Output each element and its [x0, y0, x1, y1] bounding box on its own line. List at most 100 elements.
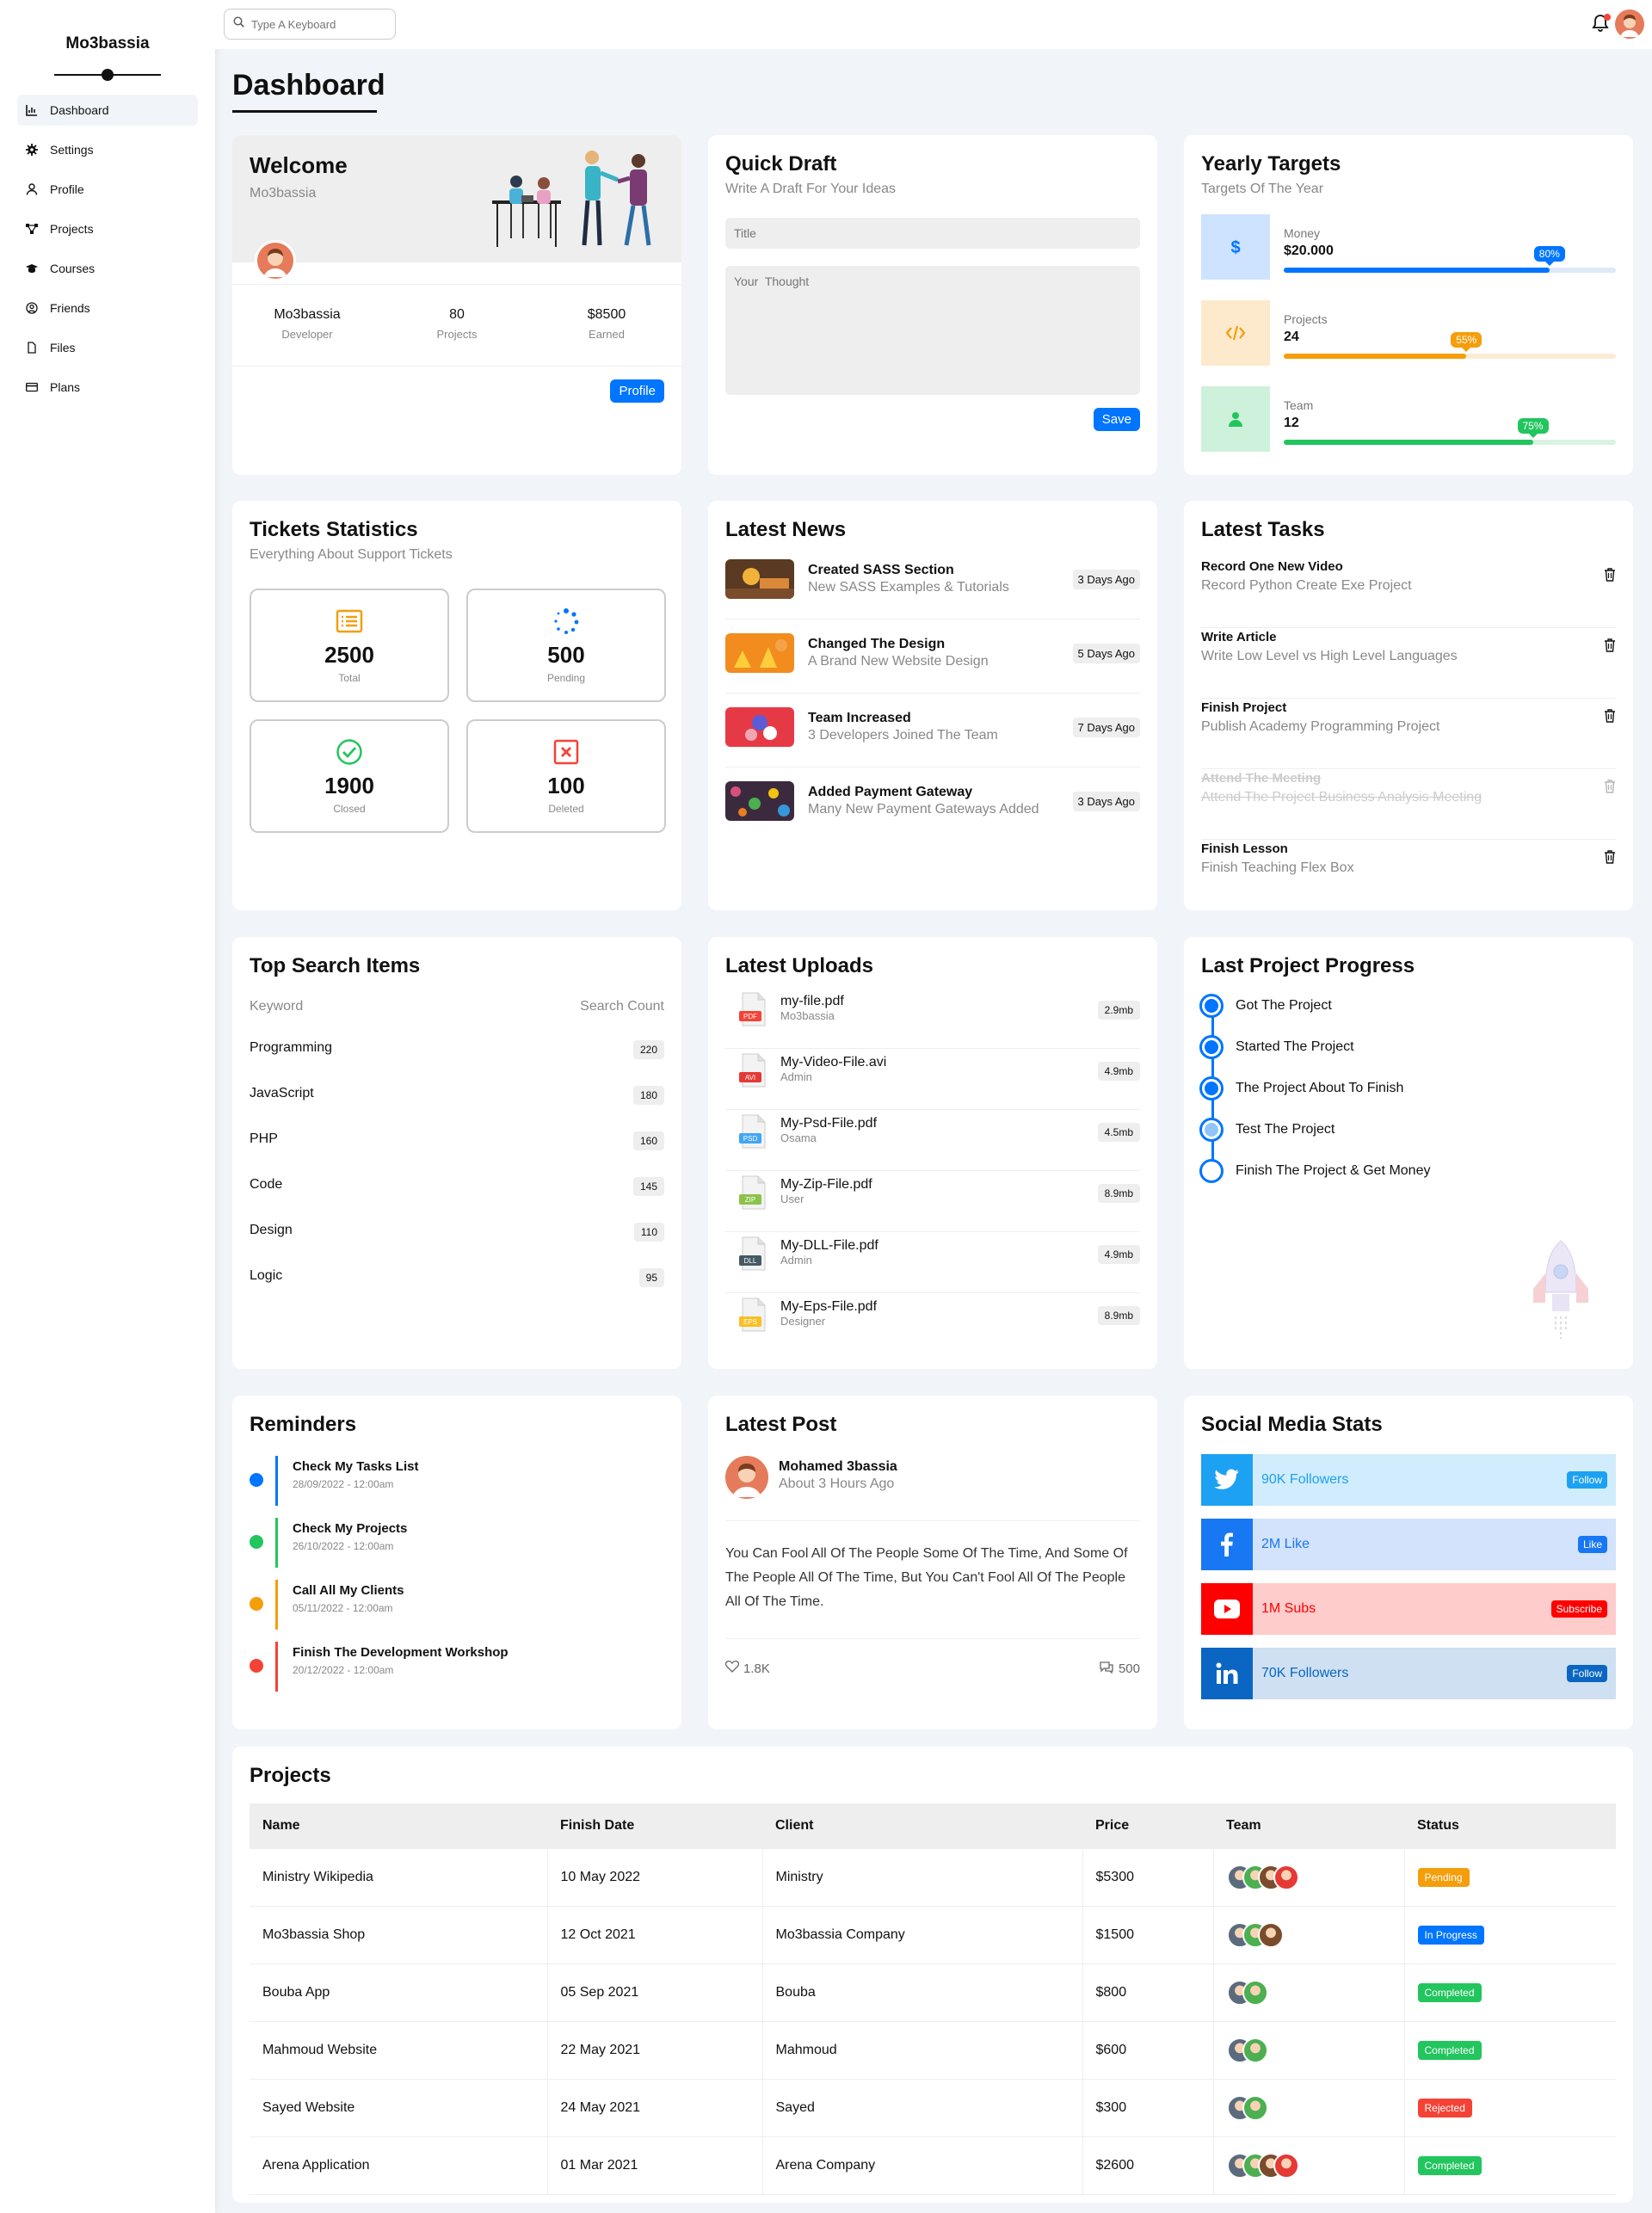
sidebar-nav: Dashboard Settings Profile Projects Cour…: [0, 95, 215, 403]
avatar[interactable]: [1615, 9, 1644, 39]
ticket-label: Pending: [546, 672, 586, 684]
trash-icon[interactable]: [1604, 850, 1616, 864]
table-cell-name: Arena Application: [250, 2136, 548, 2195]
target-percent-badge: 55%: [1451, 332, 1482, 352]
news-date-badge: 5 Days Ago: [1072, 644, 1140, 663]
avatar: [1242, 1979, 1268, 2006]
social-follow-button[interactable]: Follow: [1567, 1665, 1607, 1682]
notifications-button[interactable]: [1592, 14, 1611, 34]
task-description: Finish Teaching Flex Box: [1201, 860, 1354, 875]
profile-button[interactable]: Profile: [610, 379, 664, 403]
top-search-items-card: Top Search Items Keyword Search Count Pr…: [232, 937, 681, 1369]
news-description: 3 Developers Joined The Team: [808, 728, 998, 743]
sidebar-item-plans[interactable]: Plans: [17, 372, 198, 403]
welcome-card: Welcome Mo3bassia Mo3bassia Developer 80 P…: [232, 135, 681, 475]
news-item[interactable]: Changed The Design A Brand New Website De…: [725, 633, 1140, 693]
task-description: Write Low Level vs High Level Languages: [1201, 649, 1458, 663]
sidebar-item-profile[interactable]: Profile: [17, 174, 198, 205]
upload-user: Admin: [780, 1254, 812, 1267]
progress-step-label: Test The Project: [1236, 1122, 1335, 1137]
card-subtitle: Write A Draft For Your Ideas: [725, 182, 897, 196]
search-count-badge: 180: [632, 1086, 664, 1105]
upload-user: Admin: [780, 1070, 812, 1083]
draft-title-input[interactable]: [725, 218, 1140, 249]
table-cell-date: 22 May 2021: [546, 2020, 763, 2080]
progress-step: Finish The Project & Get Money: [1199, 1158, 1430, 1184]
upload-item[interactable]: ZIP My-Zip-File.pdf User 8.9mb: [725, 1172, 1140, 1232]
social-stat-text: 1M Subs: [1261, 1601, 1316, 1616]
reminder-dot: [250, 1473, 263, 1487]
news-item[interactable]: Added Payment Gateway Many New Payment Ga…: [725, 781, 1140, 841]
card-title: Latest Uploads: [725, 954, 874, 977]
search-box[interactable]: [224, 9, 396, 40]
sidebar-item-projects[interactable]: Projects: [17, 213, 198, 244]
user-icon: [26, 183, 38, 195]
reminder-title: Call All My Clients: [293, 1583, 404, 1598]
trash-icon[interactable]: [1604, 709, 1616, 723]
latest-news-card: Latest News Created SASS Section New SASS…: [708, 501, 1157, 910]
trash-icon[interactable]: [1604, 638, 1616, 652]
news-title: Changed The Design: [808, 637, 946, 651]
post-likes[interactable]: 1.8K: [724, 1661, 770, 1676]
sidebar-item-label: Plans: [50, 380, 81, 394]
progress-dot: [1199, 1159, 1224, 1183]
table-cell-client: Mo3bassia Company: [761, 1905, 1083, 1964]
ticket-closed: 1900 Closed: [250, 719, 449, 833]
sidebar-item-courses[interactable]: Courses: [17, 253, 198, 284]
news-description: Many New Payment Gateways Added: [808, 802, 1039, 817]
search-count-badge: 160: [632, 1131, 664, 1150]
post-author: Mohamed 3bassia: [779, 1459, 897, 1474]
card-title: Tickets Statistics: [250, 518, 418, 541]
team-avatars: [1226, 1921, 1391, 1948]
table-cell-name: Mo3bassia Shop: [250, 1905, 548, 1964]
table-row: Sayed Website 24 May 2021 Sayed $300 Rejecte…: [250, 2078, 1616, 2137]
social-subscribe-button[interactable]: Subscribe: [1550, 1600, 1607, 1618]
svg-text:$: $: [1230, 238, 1240, 256]
sidebar-item-settings[interactable]: Settings: [17, 134, 198, 165]
news-title: Created SASS Section: [808, 563, 954, 577]
upload-item[interactable]: PDF my-file.pdf Mo3bassia 2.9mb: [725, 989, 1140, 1049]
target-percent-badge: 75%: [1517, 418, 1549, 438]
upload-item[interactable]: DLL My-DLL-File.pdf Admin 4.9mb: [725, 1233, 1140, 1293]
card-subtitle: Everything About Support Tickets: [250, 547, 453, 562]
upload-item[interactable]: EPS My-Eps-File.pdf Designer 8.9mb: [725, 1294, 1140, 1354]
trash-icon[interactable]: [1604, 568, 1616, 582]
ticket-value: 500: [547, 642, 585, 668]
welcome-header: Welcome Mo3bassia: [232, 135, 681, 262]
reminder-date: 20/12/2022 - 12:00am: [293, 1664, 394, 1676]
table-cell-status: Completed: [1403, 2136, 1616, 2195]
social-like-button[interactable]: Like: [1577, 1536, 1607, 1553]
social-follow-button[interactable]: Follow: [1567, 1471, 1607, 1489]
upload-item[interactable]: AVI My-Video-File.avi Admin 4.9mb: [725, 1050, 1140, 1110]
save-button[interactable]: Save: [1093, 408, 1140, 431]
table-cell-status: Completed: [1403, 2020, 1616, 2080]
news-thumbnail: [725, 781, 794, 821]
news-item[interactable]: Team Increased 3 Developers Joined The Te…: [725, 707, 1140, 767]
card-title: Yearly Targets: [1201, 152, 1341, 176]
spinner-icon: [468, 607, 664, 635]
sidebar-item-label: Projects: [50, 222, 94, 236]
table-row: Mahmoud Website 22 May 2021 Mahmoud $600 Com…: [250, 2020, 1616, 2080]
search-input[interactable]: [251, 17, 389, 31]
draft-thought-textarea[interactable]: [725, 266, 1140, 395]
upload-file-name: My-Video-File.avi: [780, 1055, 887, 1070]
post-comments[interactable]: 500: [1099, 1661, 1140, 1677]
team-illustration: [492, 151, 651, 247]
target-percent-badge: 80%: [1533, 246, 1565, 266]
sidebar-item-files[interactable]: Files: [17, 332, 198, 363]
target-money: $ Money $20.000 80%: [1201, 214, 1616, 280]
upload-size-badge: 2.9mb: [1097, 1001, 1140, 1020]
target-progress-bar: 55%: [1284, 332, 1616, 359]
trash-icon[interactable]: [1604, 780, 1616, 793]
card-subtitle: Targets Of The Year: [1201, 182, 1324, 196]
sidebar-item-dashboard[interactable]: Dashboard: [17, 95, 198, 126]
upload-item[interactable]: PSD My-Psd-File.pdf Osama 4.5mb: [725, 1111, 1140, 1171]
avatar: [1273, 2152, 1299, 2179]
target-progress-fill: [1284, 268, 1550, 273]
table-cell-date: 24 May 2021: [546, 2078, 763, 2137]
news-item[interactable]: Created SASS Section New SASS Examples & …: [725, 559, 1140, 620]
table-row: Arena Application 01 Mar 2021 Arena Compan…: [250, 2136, 1616, 2195]
search-icon: [233, 16, 244, 32]
table-cell-name: Mahmoud Website: [250, 2020, 548, 2080]
sidebar-item-friends[interactable]: Friends: [17, 293, 198, 324]
